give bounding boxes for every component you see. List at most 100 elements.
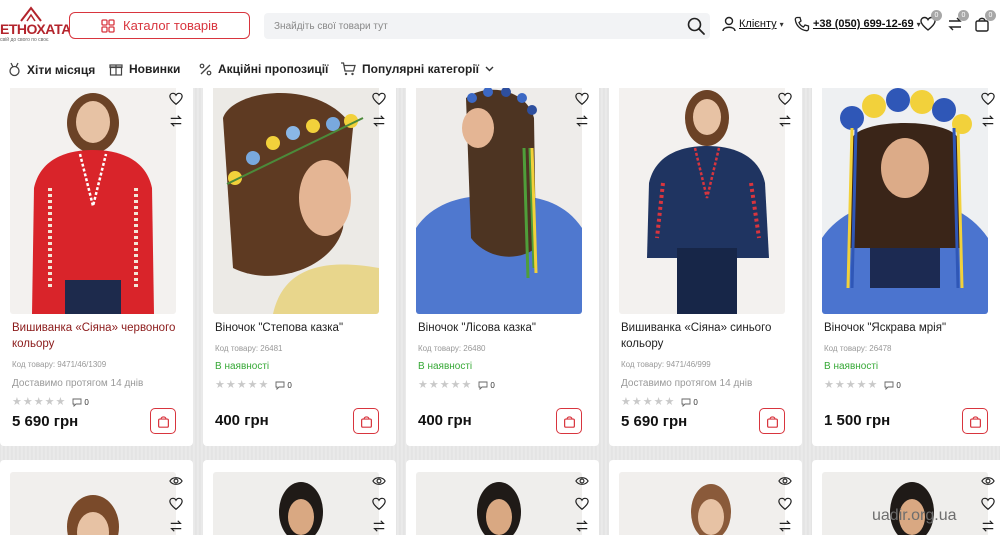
product-rating: ★ ★ ★ ★ ★ 0 xyxy=(621,397,698,408)
eye-icon[interactable] xyxy=(981,475,995,487)
product-grid: Вишиванка «Сіяна» червоного кольору Код … xyxy=(0,88,1000,535)
search-icon[interactable] xyxy=(686,16,706,36)
star-icon: ★ xyxy=(824,379,834,391)
product-image[interactable] xyxy=(213,472,379,535)
compare-icon[interactable] xyxy=(372,114,386,128)
star-icon: ★ xyxy=(450,379,461,391)
star-icon: ★ xyxy=(834,379,845,391)
logo[interactable]: ЕТНОХАТА свій до свого по своє xyxy=(0,6,71,44)
product-title[interactable]: Вишиванка «Сіяна» синього кольору xyxy=(621,320,793,352)
star-icon: ★ xyxy=(258,379,269,391)
product-image[interactable] xyxy=(10,472,176,535)
heart-icon[interactable] xyxy=(372,497,386,511)
product-image[interactable] xyxy=(416,88,582,314)
heart-icon[interactable] xyxy=(372,92,386,106)
star-icon: ★ xyxy=(236,379,247,391)
star-icon: ★ xyxy=(461,379,472,391)
search-bar xyxy=(264,13,710,39)
product-title[interactable]: Вишиванка «Сіяна» червоного кольору xyxy=(12,320,184,352)
comment-icon xyxy=(478,381,488,390)
product-rating: ★ ★ ★ ★ ★ 0 xyxy=(418,380,495,391)
eye-icon[interactable] xyxy=(778,475,792,487)
shopping-bag-icon xyxy=(563,415,575,428)
product-title[interactable]: Віночок "Лісова казка" xyxy=(418,320,590,336)
product-rating: ★ ★ ★ ★ ★ 0 xyxy=(824,380,901,391)
star-icon: ★ xyxy=(22,396,33,408)
eye-icon[interactable] xyxy=(372,475,386,487)
wishlist-button[interactable]: 0 xyxy=(920,10,942,32)
compare-button[interactable]: 0 xyxy=(947,10,969,32)
cart-button[interactable]: 0 xyxy=(974,10,996,32)
add-to-cart-button[interactable] xyxy=(556,408,582,434)
product-title[interactable]: Віночок "Степова казка" xyxy=(215,320,387,336)
wishlist-count-badge: 0 xyxy=(931,10,942,21)
star-icon: ★ xyxy=(664,396,675,408)
chevron-down-icon: ▾ xyxy=(779,19,784,29)
comment-icon xyxy=(72,398,82,407)
compare-icon[interactable] xyxy=(575,519,589,533)
product-image[interactable] xyxy=(619,88,785,314)
product-price: 5 690 грн xyxy=(12,413,79,430)
availability-status: В наявності xyxy=(824,361,879,372)
product-card: Віночок "Яскрава мрія" Код товару: 26478… xyxy=(812,88,1000,446)
compare-icon[interactable] xyxy=(575,114,589,128)
nav-item-new[interactable]: Новинки xyxy=(109,62,180,76)
heart-icon[interactable] xyxy=(169,92,183,106)
product-image[interactable] xyxy=(213,88,379,314)
search-input[interactable] xyxy=(274,13,674,39)
reviews-count[interactable]: 0 xyxy=(72,398,89,407)
grid-icon xyxy=(101,18,115,33)
comment-icon xyxy=(884,381,894,390)
add-to-cart-button[interactable] xyxy=(150,408,176,434)
nav-item-promotions[interactable]: Акційні пропозиції xyxy=(199,62,328,76)
heart-icon[interactable] xyxy=(981,497,995,511)
heart-icon[interactable] xyxy=(575,497,589,511)
reviews-count[interactable]: 0 xyxy=(478,381,495,390)
heart-icon[interactable] xyxy=(778,92,792,106)
percent-icon xyxy=(199,63,212,75)
compare-icon[interactable] xyxy=(981,519,995,533)
compare-icon[interactable] xyxy=(981,114,995,128)
user-icon xyxy=(722,16,736,32)
compare-icon[interactable] xyxy=(169,114,183,128)
compare-icon[interactable] xyxy=(372,519,386,533)
nav-item-hits[interactable]: Хіти місяця xyxy=(8,62,95,77)
product-rating: ★ ★ ★ ★ ★ 0 xyxy=(215,380,292,391)
add-to-cart-button[interactable] xyxy=(759,408,785,434)
star-icon: ★ xyxy=(642,396,653,408)
watermark: uadir.org.ua xyxy=(872,507,957,524)
reviews-count[interactable]: 0 xyxy=(681,398,698,407)
product-image[interactable] xyxy=(619,472,785,535)
reviews-count[interactable]: 0 xyxy=(275,381,292,390)
nav-item-label: Хіти місяця xyxy=(27,62,96,77)
availability-status: В наявності xyxy=(215,361,270,372)
star-icon: ★ xyxy=(845,379,856,391)
compare-icon[interactable] xyxy=(778,519,792,533)
heart-icon[interactable] xyxy=(575,92,589,106)
comment-icon xyxy=(681,398,691,407)
client-menu[interactable]: Клієнту ▾ xyxy=(722,16,784,32)
product-image[interactable] xyxy=(822,472,988,535)
star-icon: ★ xyxy=(12,396,22,408)
reviews-count[interactable]: 0 xyxy=(884,381,901,390)
heart-icon[interactable] xyxy=(981,92,995,106)
compare-icon[interactable] xyxy=(169,519,183,533)
product-image[interactable] xyxy=(416,472,582,535)
nav-item-popular-categories[interactable]: Популярні категорії xyxy=(340,62,494,76)
add-to-cart-button[interactable] xyxy=(353,408,379,434)
eye-icon[interactable] xyxy=(575,475,589,487)
catalog-button[interactable]: Каталог товарів xyxy=(69,12,250,39)
eye-icon[interactable] xyxy=(169,475,183,487)
product-card xyxy=(0,460,193,535)
cart-count-badge: 0 xyxy=(985,10,996,21)
product-image[interactable] xyxy=(822,88,988,314)
compare-icon[interactable] xyxy=(778,114,792,128)
product-card: Віночок "Степова казка" Код товару: 2648… xyxy=(203,88,396,446)
product-card: Віночок "Лісова казка" Код товару: 26480… xyxy=(406,88,599,446)
add-to-cart-button[interactable] xyxy=(962,408,988,434)
phone-menu[interactable]: +38 (050) 699-12-69 ▾ xyxy=(794,16,921,32)
heart-icon[interactable] xyxy=(169,497,183,511)
product-image[interactable] xyxy=(10,88,176,314)
product-title[interactable]: Віночок "Яскрава мрія" xyxy=(824,320,996,336)
heart-icon[interactable] xyxy=(778,497,792,511)
